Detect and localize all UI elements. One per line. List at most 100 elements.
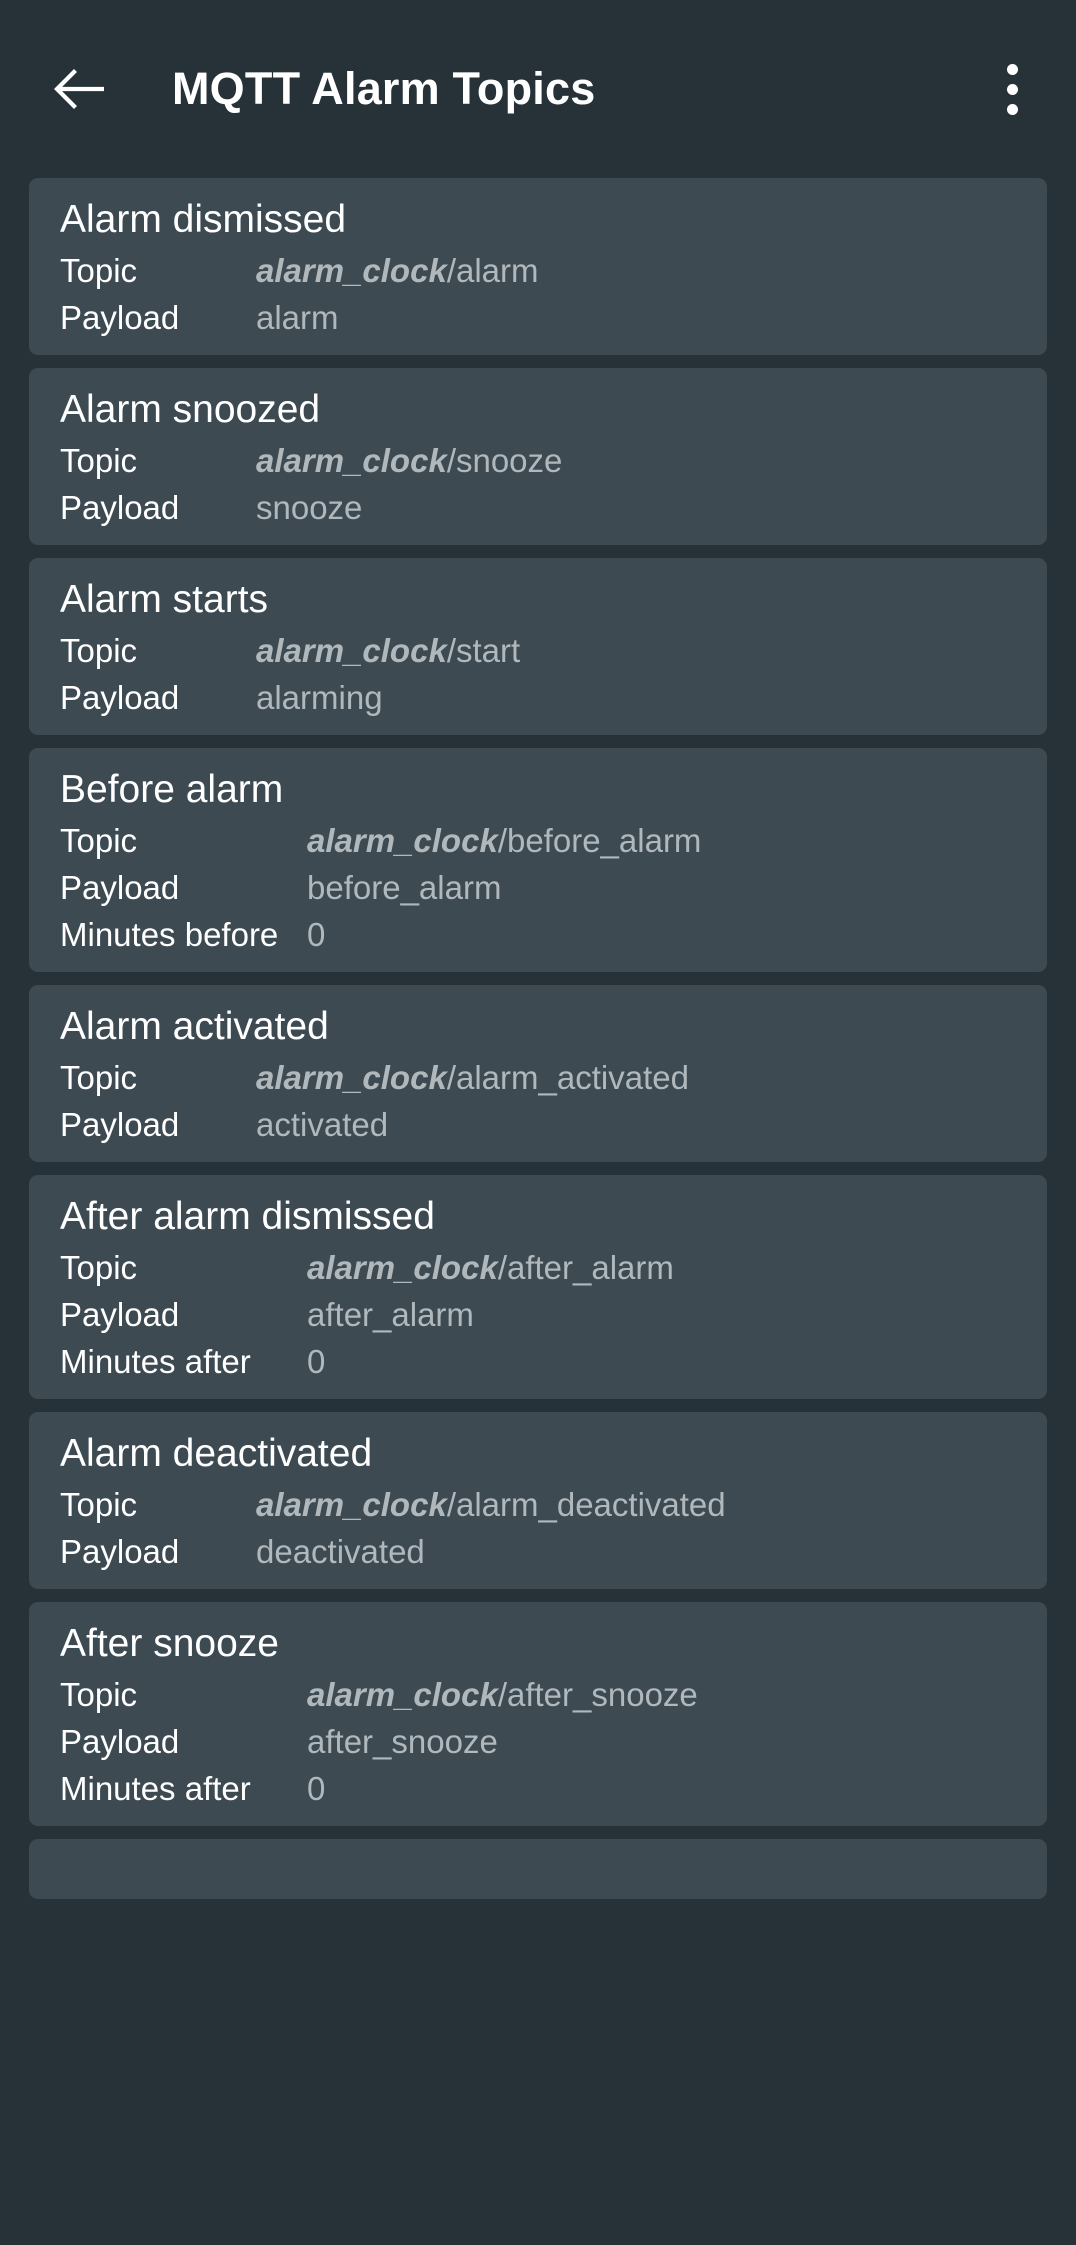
card-row: Topic alarm_clock/alarm <box>29 254 1047 287</box>
row-value-text: deactivated <box>256 1533 425 1570</box>
row-value-text: alarming <box>256 679 383 716</box>
row-value-text: activated <box>256 1106 389 1143</box>
card-row: Payload alarm <box>29 301 1047 334</box>
row-value-text: after_snooze <box>307 1723 498 1760</box>
row-label: Payload <box>60 1106 180 1143</box>
card-row: Topic alarm_clock/alarm_deactivated <box>29 1488 1047 1521</box>
card-title: Alarm activated <box>60 1005 329 1048</box>
row-value-text: /alarm <box>446 252 539 289</box>
card-title: Alarm dismissed <box>60 198 347 241</box>
back-button[interactable] <box>52 59 112 119</box>
row-label: Topic <box>60 1059 138 1096</box>
row-value: after_alarm <box>307 1298 474 1331</box>
card-row: Topic alarm_clock/alarm_activated <box>29 1061 1047 1094</box>
more-vertical-icon <box>1006 83 1018 95</box>
row-label: Payload <box>60 489 180 526</box>
row-value-text: /after_snooze <box>497 1676 698 1713</box>
topic-prefix: alarm_clock <box>256 1059 447 1096</box>
row-value: after_snooze <box>307 1725 498 1758</box>
mqtt-topic-card[interactable]: After snooze Topic alarm_clock/after_snooz… <box>29 1602 1047 1826</box>
row-value: alarm_clock/before_alarm <box>307 824 701 857</box>
row-value-text: alarm <box>256 299 339 336</box>
row-label: Payload <box>60 869 180 906</box>
card-row: Topic alarm_clock/after_alarm <box>29 1251 1047 1284</box>
row-value: 0 <box>307 1345 325 1378</box>
mqtt-topic-card-partial[interactable] <box>29 1839 1047 1899</box>
row-value: alarm_clock/snooze <box>256 444 562 477</box>
row-label: Topic <box>60 1486 138 1523</box>
card-row: Payload snooze <box>29 491 1047 524</box>
card-row: Topic alarm_clock/start <box>29 634 1047 667</box>
row-value-text: 0 <box>307 1770 326 1807</box>
card-row: Payload before_alarm <box>29 871 1047 904</box>
card-row: Payload after_alarm <box>29 1298 1047 1331</box>
card-row: Payload after_snooze <box>29 1725 1047 1758</box>
topic-prefix: alarm_clock <box>307 1676 498 1713</box>
row-value: alarming <box>256 681 383 714</box>
card-row: Payload deactivated <box>29 1535 1047 1568</box>
mqtt-topic-card[interactable]: Alarm activated Topic alarm_clock/alarm_ac… <box>29 985 1047 1162</box>
row-label: Payload <box>60 1723 180 1760</box>
row-label: Topic <box>60 252 138 289</box>
row-label: Topic <box>60 632 138 669</box>
card-title: Alarm starts <box>60 578 269 621</box>
card-row: Minutes after 0 <box>29 1772 1047 1805</box>
mqtt-topic-card[interactable]: Alarm dismissed Topic alarm_clock/alarm Pay… <box>29 178 1047 355</box>
topic-prefix: alarm_clock <box>256 442 447 479</box>
row-value: activated <box>256 1108 388 1141</box>
row-value: 0 <box>307 918 325 951</box>
topic-prefix: alarm_clock <box>256 1486 447 1523</box>
topic-prefix: alarm_clock <box>256 632 447 669</box>
row-label: Payload <box>60 679 180 716</box>
row-value: alarm <box>256 301 339 334</box>
row-value-text: /alarm_deactivated <box>446 1486 726 1523</box>
mqtt-topic-card[interactable]: Before alarm Topic alarm_clock/before_alar… <box>29 748 1047 972</box>
more-vertical-icon <box>1006 103 1018 115</box>
row-value: before_alarm <box>307 871 501 904</box>
row-value-text: /alarm_activated <box>446 1059 689 1096</box>
card-title: Before alarm <box>60 768 284 811</box>
row-value: snooze <box>256 491 362 524</box>
row-value: alarm_clock/after_snooze <box>307 1678 698 1711</box>
app-bar: MQTT Alarm Topics <box>0 0 1076 178</box>
topic-prefix: alarm_clock <box>256 252 447 289</box>
row-value-text: 0 <box>307 1343 326 1380</box>
row-value: 0 <box>307 1772 325 1805</box>
row-value-text: before_alarm <box>307 869 502 906</box>
row-label: Topic <box>60 1249 138 1286</box>
row-value: alarm_clock/after_alarm <box>307 1251 674 1284</box>
more-vertical-icon <box>1006 63 1018 75</box>
row-value: alarm_clock/alarm_deactivated <box>256 1488 726 1521</box>
mqtt-topic-card[interactable]: Alarm starts Topic alarm_clock/start Payloa… <box>29 558 1047 735</box>
row-value: alarm_clock/alarm_activated <box>256 1061 689 1094</box>
row-label: Minutes before <box>60 916 279 953</box>
mqtt-topic-card[interactable]: Alarm deactivated Topic alarm_clock/alarm_… <box>29 1412 1047 1589</box>
card-title: After snooze <box>60 1622 279 1665</box>
mqtt-topic-card[interactable]: Alarm snoozed Topic alarm_clock/snooze Payl… <box>29 368 1047 545</box>
card-row: Topic alarm_clock/after_snooze <box>29 1678 1047 1711</box>
card-title: Alarm deactivated <box>60 1432 373 1475</box>
row-label: Topic <box>60 442 138 479</box>
row-label: Topic <box>60 822 138 859</box>
card-title: After alarm dismissed <box>60 1195 435 1238</box>
card-title: Alarm snoozed <box>60 388 321 431</box>
row-value-text: 0 <box>307 916 326 953</box>
row-label: Topic <box>60 1676 138 1713</box>
row-value-text: snooze <box>256 489 363 526</box>
card-row: Payload activated <box>29 1108 1047 1141</box>
row-label: Minutes after <box>60 1770 251 1807</box>
card-row: Minutes before 0 <box>29 918 1047 951</box>
row-value: alarm_clock/start <box>256 634 520 667</box>
row-label: Payload <box>60 1296 180 1333</box>
row-value-text: /snooze <box>446 442 563 479</box>
row-label: Payload <box>60 299 180 336</box>
row-value-text: /before_alarm <box>497 822 702 859</box>
row-value-text: /after_alarm <box>497 1249 674 1286</box>
overflow-menu-button[interactable] <box>984 53 1040 125</box>
card-row: Payload alarming <box>29 681 1047 714</box>
mqtt-topic-card[interactable]: After alarm dismissed Topic alarm_clock/af… <box>29 1175 1047 1399</box>
mqtt-topic-card-list: Alarm dismissed Topic alarm_clock/alarm Pay… <box>0 178 1076 1899</box>
row-value-text: /start <box>446 632 521 669</box>
row-label: Minutes after <box>60 1343 251 1380</box>
row-label: Payload <box>60 1533 180 1570</box>
